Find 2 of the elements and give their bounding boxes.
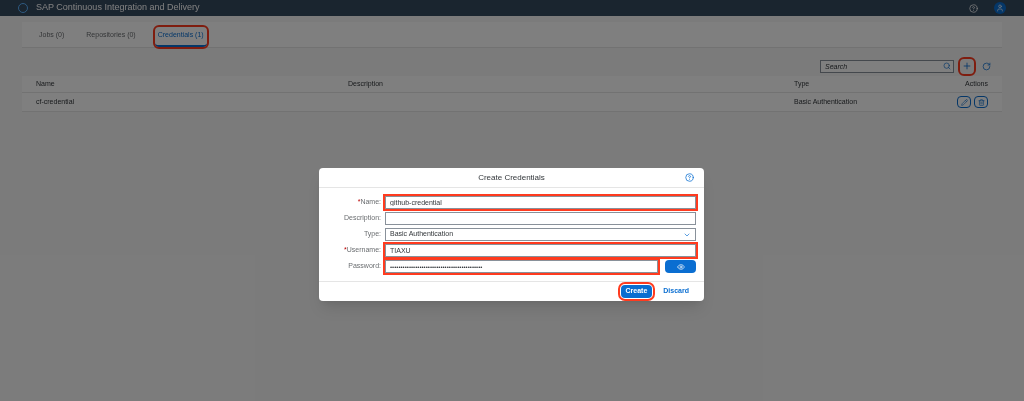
dialog-title: Create Credentials [478, 171, 545, 184]
app-title: SAP Continuous Integration and Delivery [36, 1, 200, 15]
